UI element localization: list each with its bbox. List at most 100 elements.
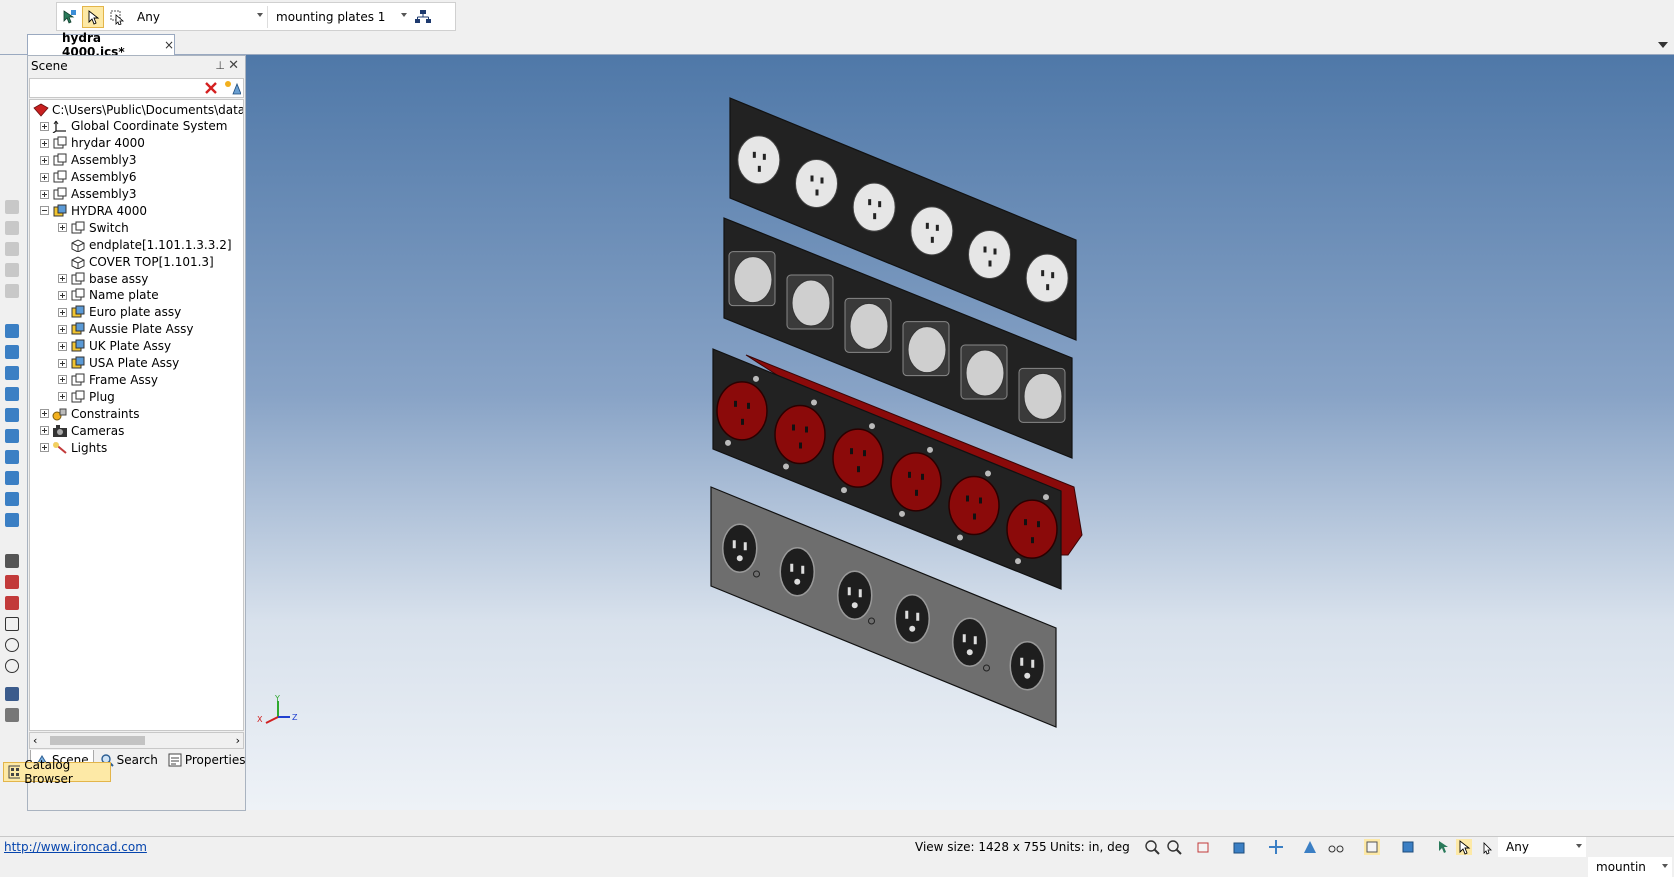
tool-icon[interactable]: [5, 200, 19, 214]
select-face-button[interactable]: [106, 6, 128, 28]
expand-icon[interactable]: [40, 189, 49, 199]
status-filter-dropdown[interactable]: Any: [1498, 837, 1586, 857]
tool-icon[interactable]: [5, 284, 19, 298]
scene-tree[interactable]: C:\Users\Public\Documents\data\2 Global C…: [29, 99, 244, 731]
tree-item[interactable]: Assembly3: [40, 186, 136, 203]
clear-filter-icon[interactable]: [204, 81, 218, 95]
close-icon[interactable]: ×: [164, 38, 174, 52]
expand-icon[interactable]: [40, 409, 49, 419]
circle-tool-icon[interactable]: [5, 659, 19, 673]
block-icon[interactable]: [5, 450, 19, 464]
move-view-icon[interactable]: [1268, 839, 1284, 855]
tree-item[interactable]: Plug: [58, 388, 115, 405]
expand-icon[interactable]: [58, 324, 67, 334]
tool-icon[interactable]: [5, 221, 19, 235]
expand-icon[interactable]: [58, 307, 67, 317]
render-mode-icon[interactable]: [1302, 839, 1318, 855]
selection-dropdown[interactable]: mounting plates 1: [267, 5, 411, 28]
pin-icon[interactable]: ⊥: [215, 59, 225, 72]
catalog-browser-tab[interactable]: Catalog Browser: [3, 758, 111, 786]
block-icon[interactable]: [5, 366, 19, 380]
text-tool-icon[interactable]: [5, 687, 19, 701]
block-icon[interactable]: [5, 492, 19, 506]
tree-item[interactable]: Lights: [40, 439, 107, 456]
filter-dropdown[interactable]: Any: [129, 5, 267, 28]
tree-item[interactable]: C:\Users\Public\Documents\data\2: [33, 101, 243, 118]
tab-menu-chevron-icon[interactable]: [1658, 42, 1668, 48]
expand-icon[interactable]: [58, 341, 67, 351]
expand-icon[interactable]: [40, 172, 49, 182]
tree-item[interactable]: Constraints: [40, 405, 139, 422]
scrollbar-thumb[interactable]: [50, 736, 145, 745]
hierarchy-button[interactable]: [412, 6, 434, 28]
expand-icon[interactable]: [58, 274, 67, 283]
tree-item[interactable]: HYDRA 4000: [40, 202, 147, 219]
collapse-icon[interactable]: [40, 206, 49, 216]
circle-tool-icon[interactable]: [5, 638, 19, 652]
tree-item[interactable]: USA Plate Assy: [58, 355, 179, 372]
shading-icon[interactable]: [1364, 839, 1380, 855]
standard-view-icon[interactable]: [1232, 839, 1248, 855]
block-icon[interactable]: [5, 513, 19, 527]
expand-icon[interactable]: [40, 138, 49, 148]
tree-item[interactable]: hrydar 4000: [40, 135, 145, 152]
measure-icon[interactable]: [5, 554, 19, 568]
tool-icon[interactable]: [5, 242, 19, 256]
tree-item[interactable]: Global Coordinate System: [40, 118, 227, 135]
select-assembly-icon[interactable]: [1436, 839, 1452, 855]
tree-item[interactable]: Frame Assy: [58, 371, 158, 388]
tree-horizontal-scrollbar[interactable]: ‹ ›: [29, 732, 244, 749]
scroll-right-icon[interactable]: ›: [236, 734, 240, 747]
expand-icon[interactable]: [40, 155, 49, 165]
tab-properties[interactable]: Properties: [164, 750, 250, 770]
tree-item[interactable]: UK Plate Assy: [58, 338, 171, 355]
block-icon[interactable]: [5, 471, 19, 485]
zoom-icon[interactable]: [1144, 839, 1160, 855]
glasses-icon[interactable]: [1328, 839, 1344, 855]
block-icon[interactable]: [5, 429, 19, 443]
face-select-icon[interactable]: [1478, 839, 1494, 855]
expand-icon[interactable]: [58, 375, 67, 385]
block-icon[interactable]: [5, 324, 19, 338]
close-icon[interactable]: ✕: [228, 58, 239, 73]
ruler-icon[interactable]: [5, 708, 19, 722]
3d-viewport[interactable]: Y X Z: [246, 55, 1674, 810]
display-options-icon[interactable]: [1400, 839, 1416, 855]
document-tab[interactable]: hydra 4000.ics* ×: [27, 31, 175, 59]
block-icon[interactable]: [5, 345, 19, 359]
tree-item[interactable]: endplate[1.101.1.3.3.2]: [58, 236, 232, 253]
triangle-tool-icon[interactable]: [5, 617, 19, 631]
block-icon[interactable]: [5, 408, 19, 422]
tree-item[interactable]: Name plate: [58, 287, 159, 304]
tool-icon[interactable]: [5, 263, 19, 277]
expand-icon[interactable]: [40, 121, 49, 131]
cursor-arrow-icon[interactable]: [1456, 839, 1472, 855]
expand-icon[interactable]: [58, 290, 67, 300]
tree-item[interactable]: Assembly6: [40, 169, 136, 186]
expand-icon[interactable]: [58, 358, 67, 368]
tree-options-icon[interactable]: [223, 80, 241, 96]
select-part-button[interactable]: [82, 5, 104, 28]
scene-filter-bar[interactable]: [29, 78, 244, 98]
model-view[interactable]: [246, 55, 1674, 810]
expand-icon[interactable]: [58, 223, 67, 233]
expand-icon[interactable]: [40, 426, 49, 436]
zoom-dropdown-icon[interactable]: [1166, 839, 1182, 855]
tree-item[interactable]: Euro plate assy: [58, 304, 181, 321]
scroll-left-icon[interactable]: ‹: [33, 734, 37, 747]
expand-icon[interactable]: [58, 392, 67, 402]
view-orientation-icon[interactable]: [1196, 839, 1212, 855]
tree-item[interactable]: Aussie Plate Assy: [58, 321, 194, 338]
camera-tool-icon[interactable]: [5, 575, 19, 589]
tree-item[interactable]: base assy: [58, 270, 148, 287]
tree-item[interactable]: Assembly3: [40, 152, 136, 169]
block-icon[interactable]: [5, 387, 19, 401]
status-selection-dropdown[interactable]: mountin: [1588, 857, 1672, 877]
expand-icon[interactable]: [40, 443, 49, 452]
tree-item[interactable]: Switch: [58, 219, 129, 236]
select-assembly-button[interactable]: [58, 6, 80, 28]
website-link[interactable]: http://www.ironcad.com: [4, 840, 147, 854]
tree-item[interactable]: Cameras: [40, 422, 124, 439]
camera-tool-icon[interactable]: [5, 596, 19, 610]
tree-item[interactable]: COVER TOP[1.101.3]: [58, 253, 214, 270]
